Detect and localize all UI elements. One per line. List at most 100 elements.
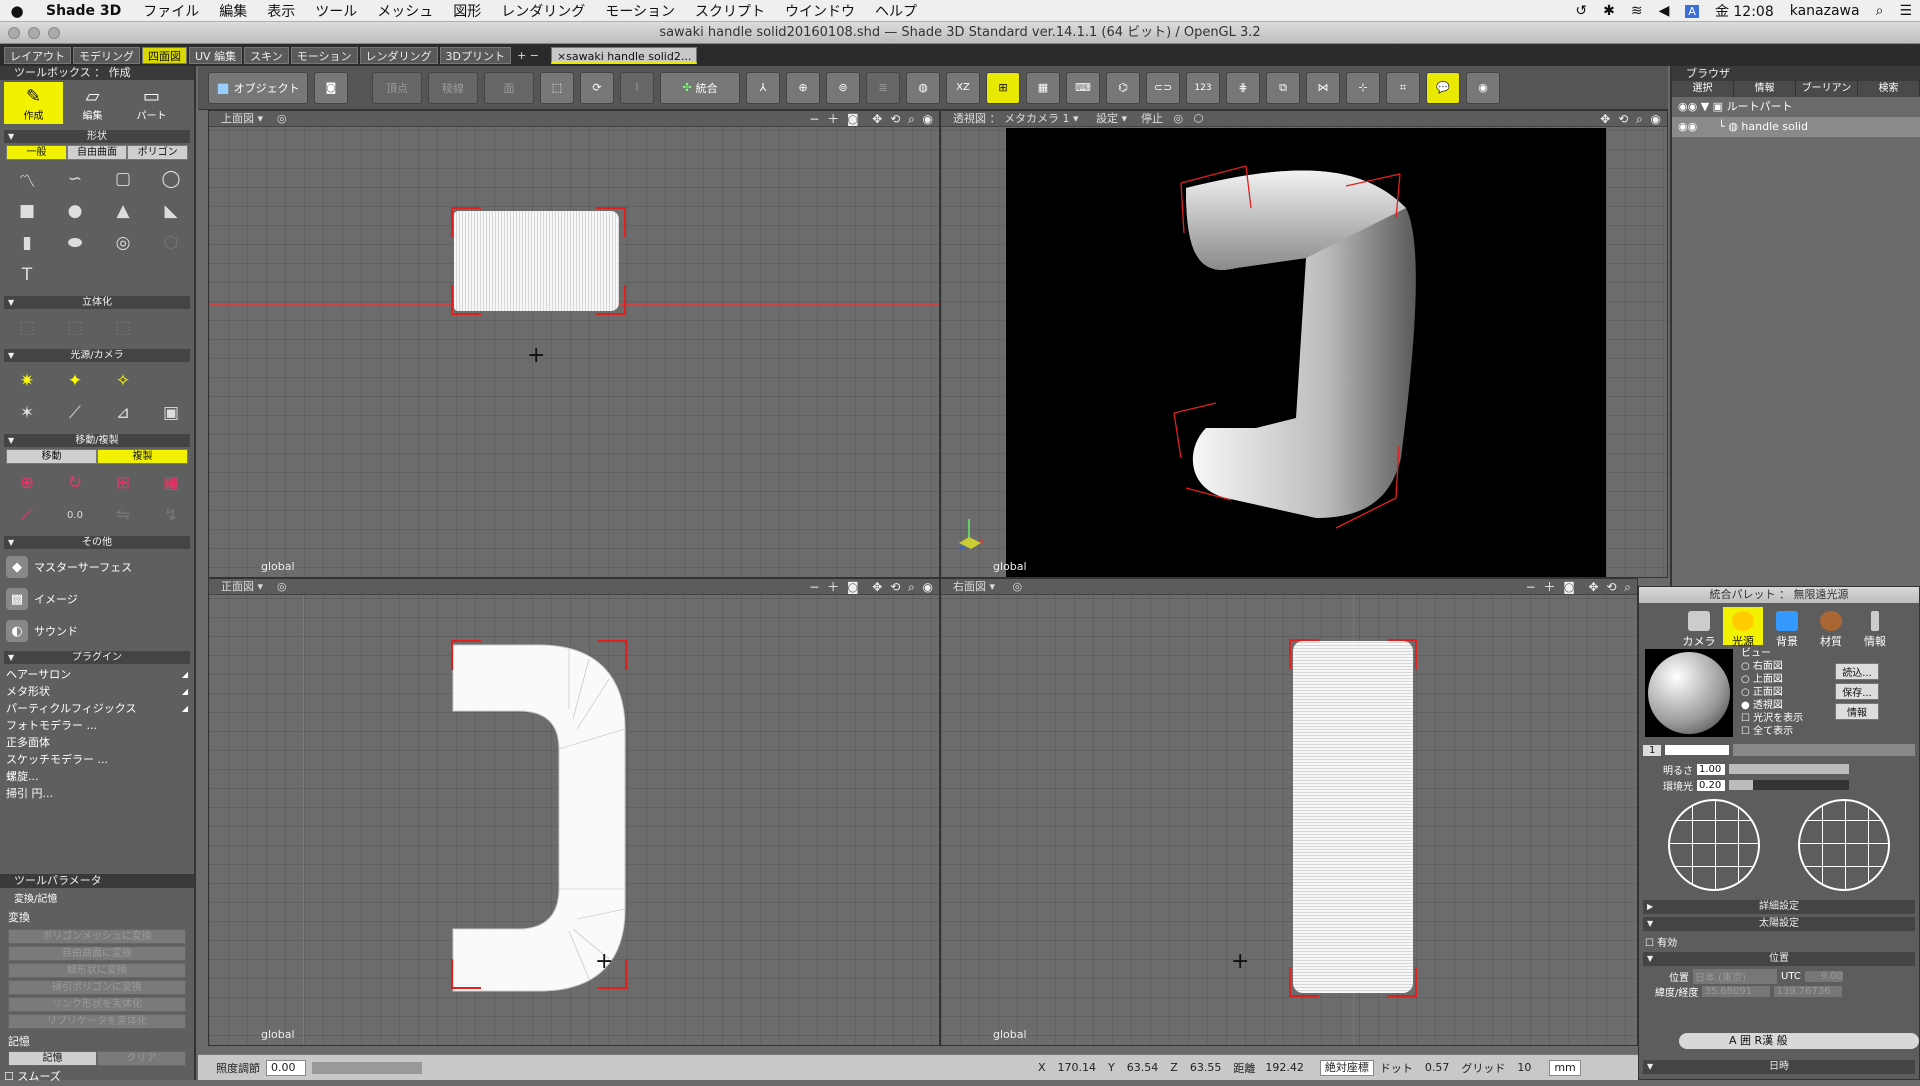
browser-tab-boolean[interactable]: ブーリアン bbox=[1796, 81, 1858, 97]
tab-modeling[interactable]: モデリング bbox=[73, 46, 140, 64]
wireframe-button[interactable]: ⌗ bbox=[1386, 71, 1420, 104]
mirror-copy-icon[interactable]: ⇋ bbox=[100, 500, 146, 530]
menu-window[interactable]: ウインドウ bbox=[775, 1, 865, 21]
mode-edit-button[interactable]: ▱ 編集 bbox=[63, 82, 122, 124]
sun-settings-section[interactable]: 太陽設定 bbox=[1643, 917, 1915, 931]
handle-solid-render[interactable] bbox=[1006, 128, 1606, 578]
utc-input[interactable]: 9.00 bbox=[1804, 971, 1843, 982]
transform-copy-icon[interactable]: ↯ bbox=[148, 500, 194, 530]
clear-button[interactable]: クリア bbox=[97, 1051, 186, 1066]
spotlight-tool-icon[interactable]: ✦ bbox=[52, 366, 98, 396]
latitude-input[interactable]: 35.68091 bbox=[1702, 986, 1771, 997]
line-light-icon[interactable]: ✶ bbox=[4, 398, 50, 428]
globe-view-button[interactable]: ◍ bbox=[906, 71, 940, 104]
tab-motion[interactable]: モーション bbox=[290, 46, 358, 64]
tab-3d-print[interactable]: 3Dプリント bbox=[439, 46, 511, 64]
capsule-icon[interactable]: ⬬ bbox=[52, 228, 98, 258]
notification-icon[interactable]: ☰ bbox=[1899, 3, 1912, 19]
tab-rendering[interactable]: レンダリング bbox=[359, 46, 438, 64]
tab-add-remove[interactable]: + − bbox=[513, 49, 543, 62]
open-line-icon[interactable]: 〽 bbox=[4, 164, 50, 194]
smooth-checkbox[interactable]: ☐ スムーズ bbox=[0, 1066, 194, 1086]
clock[interactable]: 金 12:08 bbox=[1715, 1, 1774, 21]
input-method-palette[interactable]: A 囲 R漢 般 bbox=[1679, 1033, 1919, 1049]
sun-enabled-checkbox[interactable]: ☐ 有効 bbox=[1639, 934, 1919, 949]
convert-line-button[interactable]: 線形状に変換 bbox=[8, 963, 186, 978]
light-index-select[interactable]: 1 bbox=[1643, 744, 1662, 756]
palette-tab-background[interactable]: 背景 bbox=[1767, 607, 1807, 648]
view-controls[interactable]: ✥ ⟲ ⌕ ◉ bbox=[1600, 111, 1663, 127]
load-button[interactable]: 読込... bbox=[1835, 663, 1879, 680]
snap-vertex-button[interactable]: ⊹ bbox=[1346, 71, 1380, 104]
tree-handle-solid[interactable]: ◉◉ └ ◍ handle solid bbox=[1672, 117, 1920, 137]
vertex-mode-button[interactable]: 頂点 bbox=[372, 71, 422, 104]
menu-help[interactable]: ヘルプ bbox=[865, 1, 927, 21]
radio-top-view[interactable]: ○ 上面図 bbox=[1741, 673, 1803, 686]
browser-tab-info[interactable]: 情報 bbox=[1734, 81, 1796, 97]
menu-script[interactable]: スクリプト bbox=[685, 1, 775, 21]
tab-uv-edit[interactable]: UV 編集 bbox=[189, 46, 243, 64]
shape-tab-polygon[interactable]: ポリゴン bbox=[127, 145, 189, 160]
numeric-copy-icon[interactable]: 0.0 bbox=[52, 500, 98, 530]
light-direction-globe-left[interactable] bbox=[1668, 799, 1760, 891]
master-surface-item[interactable]: ◆ マスターサーフェス bbox=[0, 551, 194, 583]
bluetooth-icon[interactable]: ✱ bbox=[1603, 3, 1615, 19]
illuminance-input[interactable]: 0.00 bbox=[266, 1059, 306, 1076]
section-light-camera[interactable]: 光源/カメラ bbox=[4, 349, 190, 362]
box-icon[interactable]: ■ bbox=[4, 196, 50, 226]
tool-parameters-header[interactable]: ツールパラメータ bbox=[0, 874, 194, 888]
palette-tab-light[interactable]: 光源 bbox=[1723, 607, 1763, 648]
light-preview[interactable] bbox=[1645, 649, 1733, 737]
close-window-icon[interactable] bbox=[8, 27, 20, 39]
brightness-input[interactable]: 1.00 bbox=[1697, 763, 1725, 775]
document-tab[interactable]: ×sawaki handle solid2... bbox=[550, 46, 698, 64]
right-view-label[interactable]: 右面図 bbox=[953, 580, 986, 593]
numeric-input-button[interactable]: 123 bbox=[1186, 71, 1220, 104]
link-button[interactable]: ⊂⊃ bbox=[1146, 71, 1180, 104]
object-mode-button[interactable]: ◼ オブジェクト bbox=[208, 71, 308, 104]
plugin-regular-polyhedron[interactable]: 正多面体 bbox=[0, 734, 194, 751]
convert-memory-section[interactable]: 変換/記憶 bbox=[0, 888, 194, 907]
input-method-icon[interactable]: A bbox=[1685, 4, 1699, 18]
rotate-copy-icon[interactable]: ↻ bbox=[52, 468, 98, 498]
merge-button[interactable]: ✣ 統合 bbox=[660, 71, 740, 104]
ambient-input[interactable]: 0.20 bbox=[1697, 779, 1725, 791]
render-preview-button[interactable]: ◉ bbox=[1466, 71, 1500, 104]
world-axis-button[interactable]: ⅄ bbox=[746, 71, 780, 104]
perspective-viewport[interactable]: 透視図 ： メタカメラ 1 ▾ 設定 ▾ 停止 ◎ ⬡ ✥ ⟲ ⌕ ◉ globa… bbox=[940, 110, 1668, 578]
front-view-label[interactable]: 正面図 bbox=[221, 580, 254, 593]
menu-view[interactable]: 表示 bbox=[257, 1, 305, 21]
coordinate-system-label[interactable]: global bbox=[993, 1028, 1027, 1041]
area-light-icon[interactable]: ✧ bbox=[100, 366, 146, 396]
info-button[interactable]: 情報 bbox=[1835, 703, 1879, 720]
view-controls[interactable]: − ＋ ◙ ✥ ⟲ ⌕ bbox=[1526, 579, 1633, 595]
rotate-select-button[interactable]: ⟳ bbox=[580, 71, 614, 104]
tree-root-part[interactable]: ◉◉ ▼ ▣ ルートパート bbox=[1672, 97, 1920, 117]
coordinate-system-label[interactable]: global bbox=[261, 1028, 295, 1041]
unit-select[interactable]: mm bbox=[1549, 1059, 1581, 1076]
scale-copy-icon[interactable]: ⊞ bbox=[100, 468, 146, 498]
target-center-button[interactable]: ⊕ bbox=[786, 71, 820, 104]
perspective-camera-label[interactable]: 透視図 ： メタカメラ 1 bbox=[953, 112, 1070, 125]
light-direction-globe-right[interactable] bbox=[1798, 799, 1890, 891]
rectangle-icon[interactable]: ▢ bbox=[100, 164, 146, 194]
view-controls[interactable]: − ＋ ◙ ✥ ⟲ ⌕ ◉ bbox=[809, 111, 935, 127]
palette-title-bar[interactable]: 統合パレット ： 無限遠光源 bbox=[1639, 587, 1919, 603]
copy-tab[interactable]: 複製 bbox=[97, 449, 188, 464]
tab-skin[interactable]: スキン bbox=[244, 46, 289, 64]
apple-menu-icon[interactable]: ● bbox=[0, 2, 34, 20]
plugin-hair-salon[interactable]: ヘアーサロン ◢ bbox=[0, 666, 194, 683]
realize-link-button[interactable]: リンク形状を実体化 bbox=[8, 997, 186, 1012]
front-view-viewport[interactable]: 正面図 ▾ ◎ − ＋ ◙ ✥ ⟲ ⌕ ◉ + global bbox=[208, 578, 940, 1046]
torus-icon[interactable]: ◎ bbox=[100, 228, 146, 258]
text-icon[interactable]: T bbox=[4, 260, 50, 290]
longitude-input[interactable]: 139.76736 bbox=[1774, 986, 1843, 997]
plugin-photo-modeler[interactable]: フォトモデラー ... bbox=[0, 717, 194, 734]
lasso-button[interactable]: ⌇ bbox=[620, 71, 654, 104]
minimize-window-icon[interactable] bbox=[28, 27, 40, 39]
palette-tab-camera[interactable]: カメラ bbox=[1679, 607, 1719, 648]
view-controls[interactable]: − ＋ ◙ ✥ ⟲ ⌕ ◉ bbox=[809, 579, 935, 595]
spring-button[interactable]: ⌬ bbox=[1106, 71, 1140, 104]
illuminance-slider[interactable] bbox=[312, 1061, 422, 1074]
plugin-sketch-modeler[interactable]: スケッチモデラー ... bbox=[0, 751, 194, 768]
